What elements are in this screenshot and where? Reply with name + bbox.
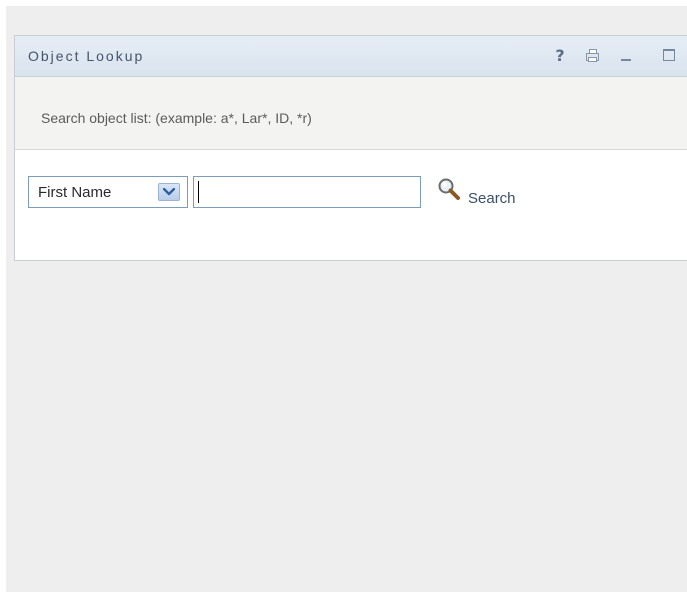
magnifier-icon xyxy=(438,178,460,200)
portlet-title: Object Lookup xyxy=(28,48,145,64)
search-hint-text: Search object list: (example: a*, Lar*, … xyxy=(41,110,312,126)
search-button-label: Search xyxy=(468,190,516,207)
portlet-titlebar: Object Lookup ? xyxy=(15,36,687,77)
help-glyph: ? xyxy=(555,45,565,65)
help-icon[interactable]: ? xyxy=(549,44,571,66)
attribute-select-value: First Name xyxy=(38,184,112,201)
chevron-down-icon[interactable] xyxy=(158,183,180,201)
search-input[interactable] xyxy=(193,176,421,208)
attribute-select[interactable]: First Name xyxy=(28,176,188,208)
maximize-icon[interactable] xyxy=(658,44,680,66)
printer-shape xyxy=(585,49,599,62)
minimize-icon[interactable] xyxy=(615,44,637,66)
object-lookup-portlet: Object Lookup ? Search object list: (exa… xyxy=(14,35,687,261)
search-row: First Name Search xyxy=(15,150,687,261)
print-icon[interactable] xyxy=(581,44,603,66)
text-cursor xyxy=(198,181,199,203)
search-hint-area: Search object list: (example: a*, Lar*, … xyxy=(15,77,687,150)
search-button[interactable]: Search xyxy=(436,176,536,212)
